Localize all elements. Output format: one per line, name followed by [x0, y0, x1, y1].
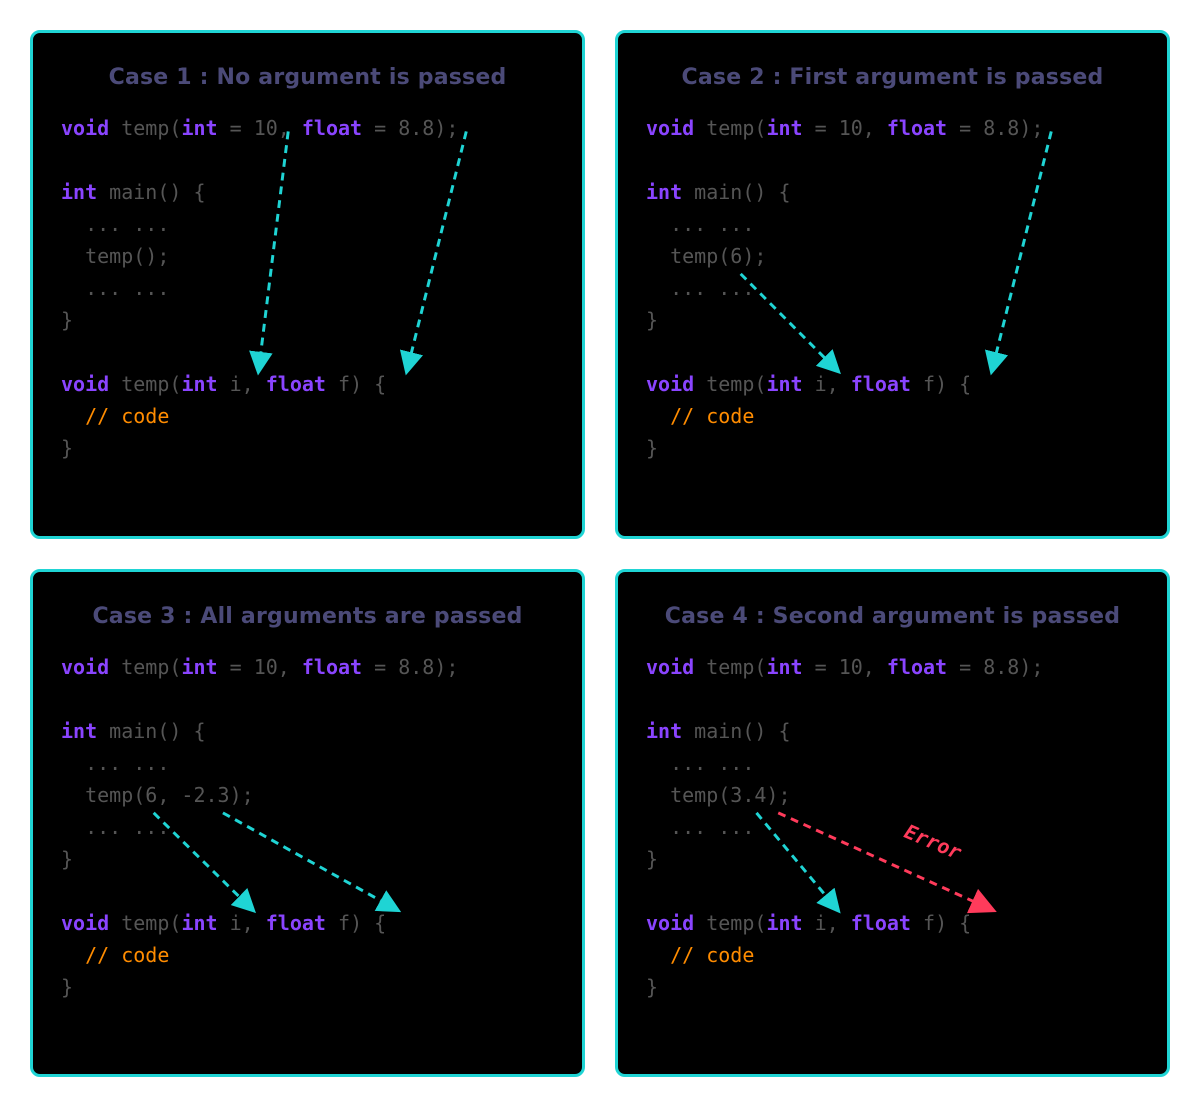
param-i: i: [230, 372, 242, 396]
code-block: void temp(int = 10, float = 8.8); int ma…: [646, 651, 1139, 1003]
ellipsis: ... ...: [85, 751, 169, 775]
default-val-2: 8.8: [398, 655, 434, 679]
default-val-1: 10: [839, 655, 863, 679]
comment: // code: [670, 404, 754, 428]
kw-float: float: [302, 116, 362, 140]
kw-int: int: [61, 180, 97, 204]
ellipsis: ... ...: [85, 276, 169, 300]
param-f: f: [923, 372, 935, 396]
kw-float: float: [851, 372, 911, 396]
kw-void: void: [61, 116, 109, 140]
param-f: f: [338, 911, 350, 935]
comment: // code: [85, 943, 169, 967]
main-name: main: [109, 180, 157, 204]
fn-name: temp: [121, 372, 169, 396]
kw-int: int: [646, 719, 682, 743]
kw-void: void: [646, 372, 694, 396]
kw-void: void: [646, 655, 694, 679]
panel-grid: Case 1 : No argument is passed void temp…: [30, 30, 1170, 1077]
panel-case-2: Case 2 : First argument is passed void t…: [615, 30, 1170, 539]
code-block: void temp(int = 10, float = 8.8); int ma…: [61, 112, 554, 464]
default-val-2: 8.8: [983, 655, 1019, 679]
default-val-1: 10: [839, 116, 863, 140]
param-f: f: [338, 372, 350, 396]
kw-int: int: [766, 116, 802, 140]
call-line: temp(3.4);: [670, 783, 790, 807]
ellipsis: ... ...: [670, 276, 754, 300]
panel-title: Case 4 : Second argument is passed: [646, 604, 1139, 629]
param-i: i: [815, 911, 827, 935]
param-f: f: [923, 911, 935, 935]
main-name: main: [109, 719, 157, 743]
kw-int: int: [181, 372, 217, 396]
fn-name: temp: [121, 116, 169, 140]
default-val-2: 8.8: [398, 116, 434, 140]
ellipsis: ... ...: [670, 212, 754, 236]
ellipsis: ... ...: [85, 212, 169, 236]
kw-float: float: [266, 372, 326, 396]
panel-title: Case 3 : All arguments are passed: [61, 604, 554, 629]
panel-case-4: Case 4 : Second argument is passed void …: [615, 569, 1170, 1078]
kw-float: float: [266, 911, 326, 935]
kw-int: int: [646, 180, 682, 204]
kw-int: int: [181, 911, 217, 935]
kw-int: int: [181, 116, 217, 140]
default-val-2: 8.8: [983, 116, 1019, 140]
kw-int: int: [181, 655, 217, 679]
fn-name: temp: [121, 655, 169, 679]
main-name: main: [694, 719, 742, 743]
comment: // code: [85, 404, 169, 428]
ellipsis: ... ...: [670, 751, 754, 775]
fn-name: temp: [706, 372, 754, 396]
comment: // code: [670, 943, 754, 967]
kw-void: void: [646, 116, 694, 140]
call-line: temp(6);: [670, 244, 766, 268]
param-i: i: [230, 911, 242, 935]
call-line: temp(6, -2.3);: [85, 783, 254, 807]
fn-name: temp: [121, 911, 169, 935]
panel-title: Case 1 : No argument is passed: [61, 65, 554, 90]
ellipsis: ... ...: [85, 815, 169, 839]
kw-float: float: [887, 116, 947, 140]
kw-int: int: [766, 911, 802, 935]
panel-case-3: Case 3 : All arguments are passed void t…: [30, 569, 585, 1078]
ellipsis: ... ...: [670, 815, 754, 839]
kw-void: void: [61, 655, 109, 679]
call-line: temp();: [85, 244, 169, 268]
default-val-1: 10: [254, 116, 278, 140]
fn-name: temp: [706, 911, 754, 935]
kw-int: int: [61, 719, 97, 743]
panel-title: Case 2 : First argument is passed: [646, 65, 1139, 90]
kw-void: void: [61, 372, 109, 396]
kw-void: void: [646, 911, 694, 935]
kw-void: void: [61, 911, 109, 935]
param-i: i: [815, 372, 827, 396]
kw-float: float: [851, 911, 911, 935]
kw-int: int: [766, 655, 802, 679]
panel-case-1: Case 1 : No argument is passed void temp…: [30, 30, 585, 539]
kw-int: int: [766, 372, 802, 396]
default-val-1: 10: [254, 655, 278, 679]
kw-float: float: [887, 655, 947, 679]
kw-float: float: [302, 655, 362, 679]
fn-name: temp: [706, 116, 754, 140]
fn-name: temp: [706, 655, 754, 679]
code-block: void temp(int = 10, float = 8.8); int ma…: [646, 112, 1139, 464]
code-block: void temp(int = 10, float = 8.8); int ma…: [61, 651, 554, 1003]
main-name: main: [694, 180, 742, 204]
